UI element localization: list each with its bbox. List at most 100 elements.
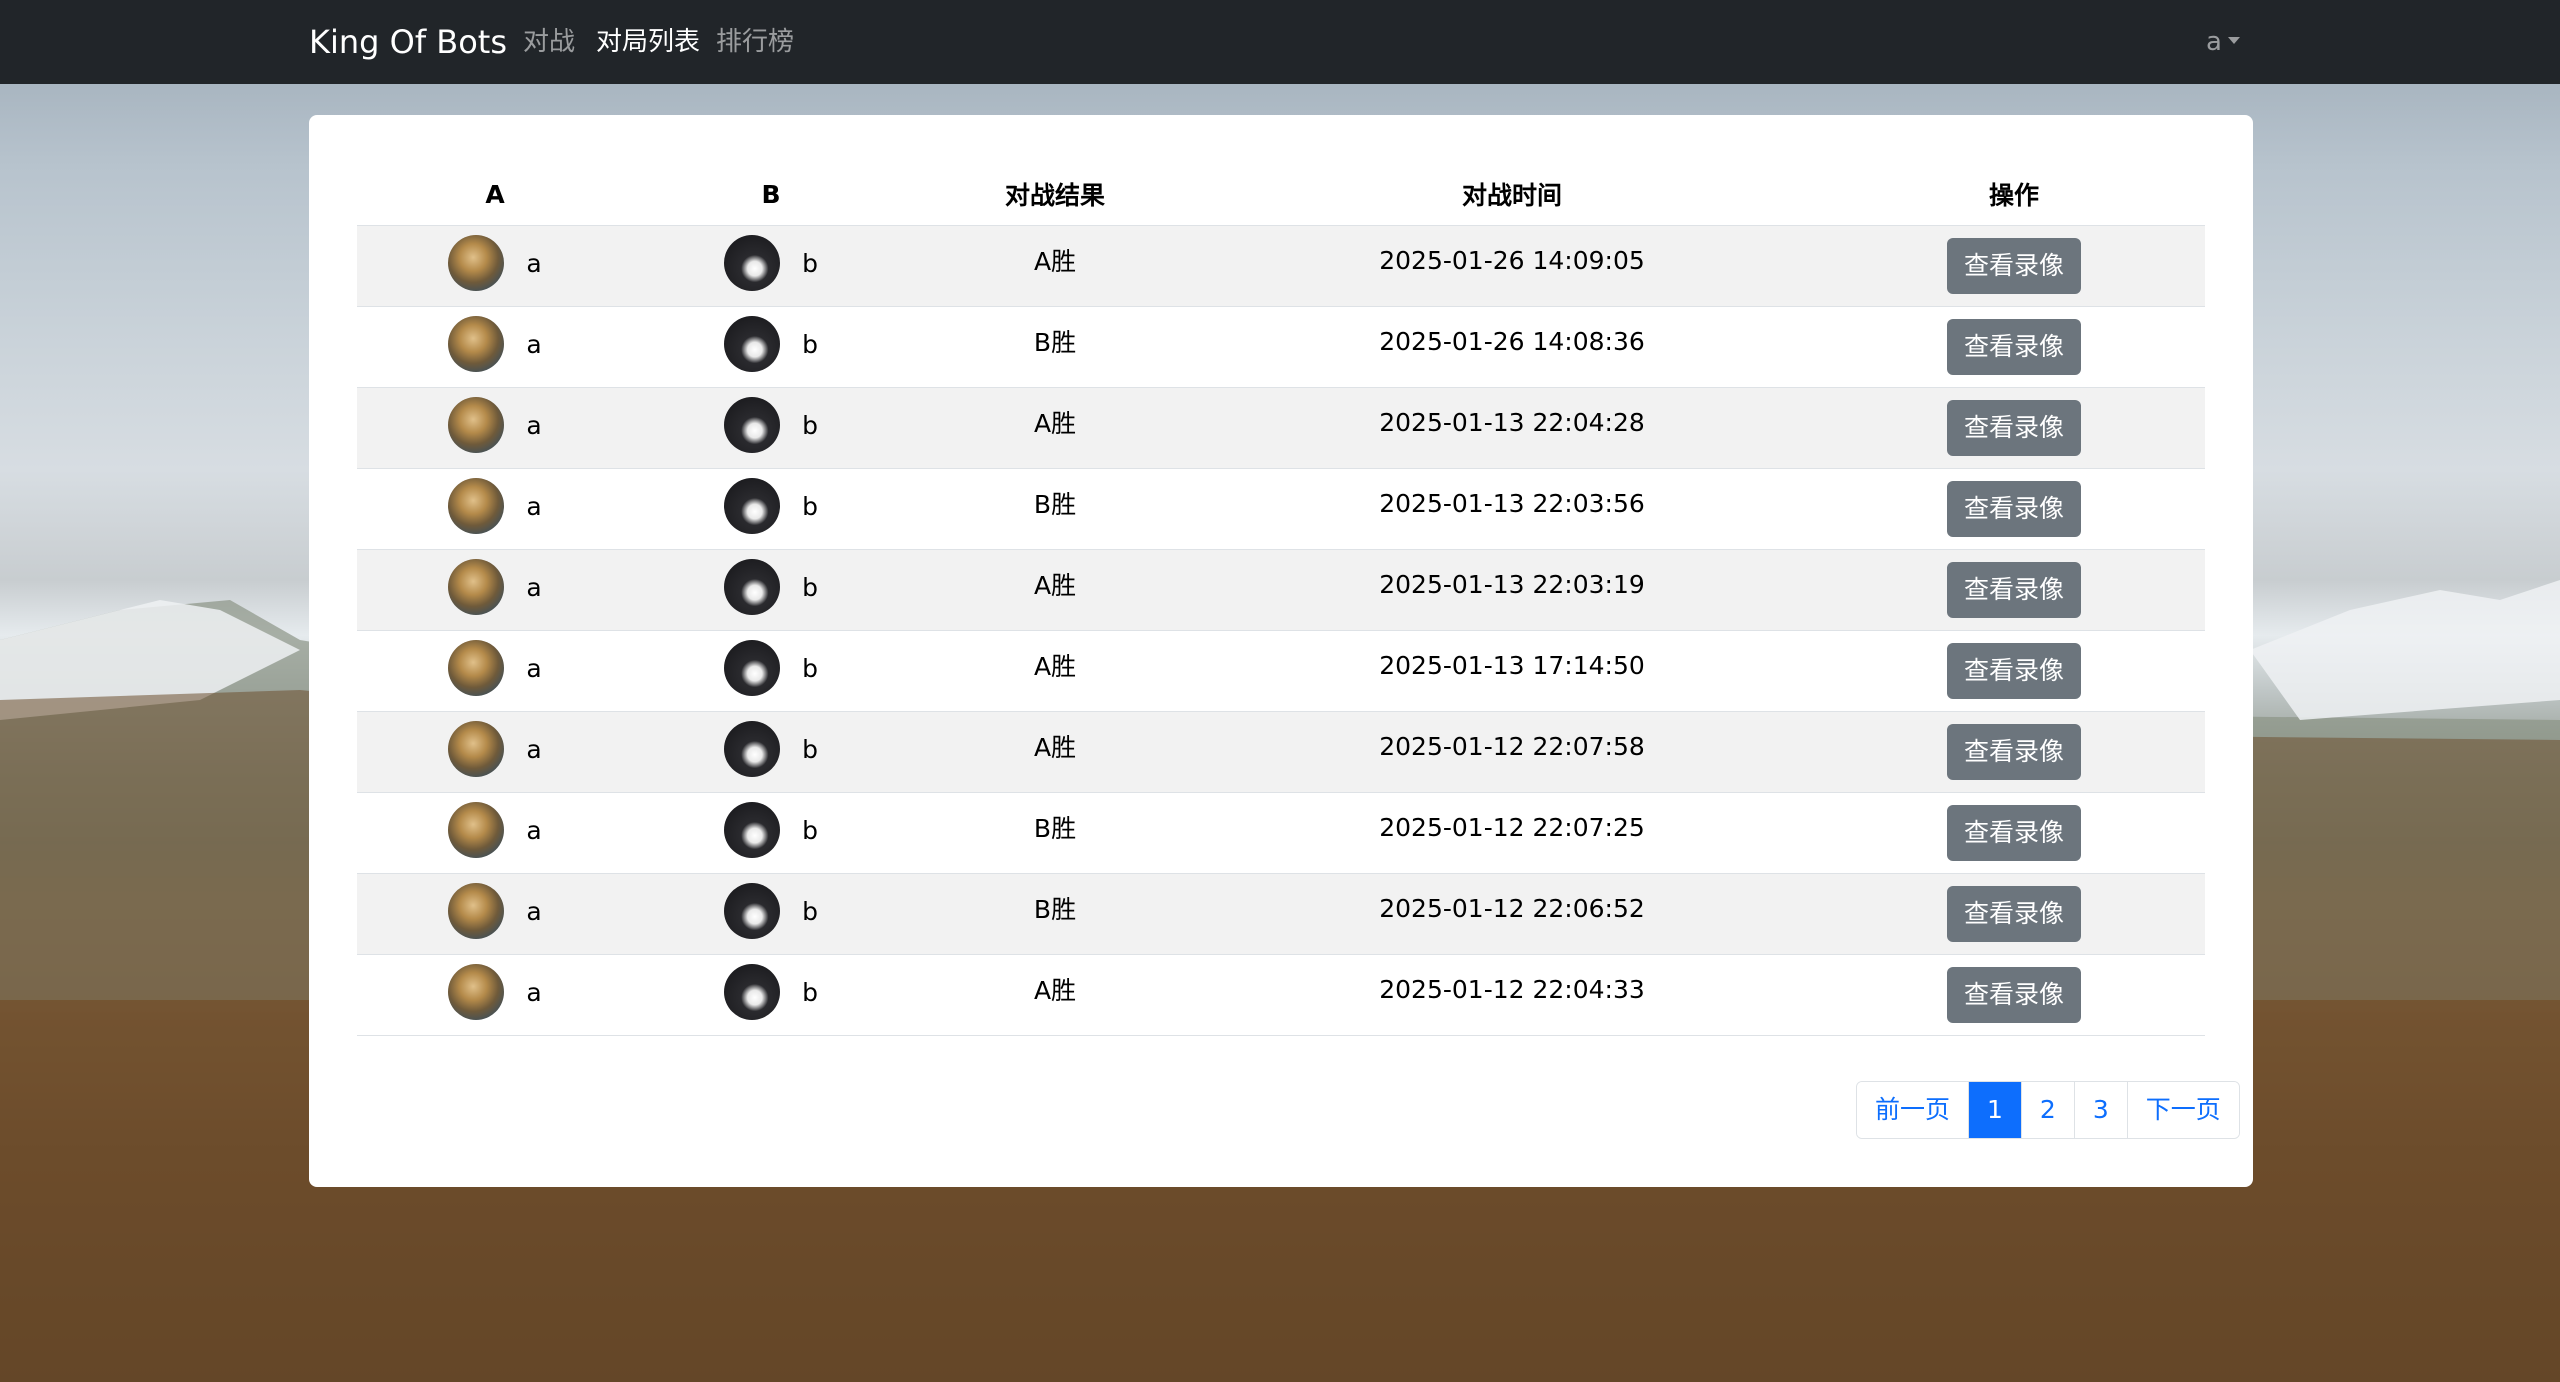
nav-link-battle[interactable]: 对战 [523, 22, 575, 62]
player-b-avatar [724, 397, 781, 453]
result-cell: B胜 [909, 873, 1201, 955]
action-cell: 查看录像 [1823, 387, 2205, 469]
table-row: a b B胜 2025-01-12 22:06:52 查看录像 [357, 873, 2205, 955]
result-cell: B胜 [909, 306, 1201, 388]
page-button-2[interactable]: 2 [2020, 1082, 2074, 1138]
player-b-avatar [724, 964, 781, 1020]
prev-page-button[interactable]: 前一页 [1857, 1082, 1969, 1138]
player-a-name: a [526, 896, 542, 926]
player-b-avatar [724, 883, 781, 939]
header-result: 对战结果 [909, 163, 1201, 226]
player-a-name: a [526, 329, 542, 359]
view-replay-button[interactable]: 查看录像 [1946, 805, 2081, 861]
view-replay-button[interactable]: 查看录像 [1946, 886, 2081, 942]
view-replay-button[interactable]: 查看录像 [1946, 562, 2081, 618]
table-row: a b A胜 2025-01-12 22:07:58 查看录像 [357, 711, 2205, 793]
time-cell: 2025-01-13 22:03:56 [1201, 468, 1823, 550]
pagination: 前一页 1 2 3 下一页 [1856, 1081, 2240, 1139]
player-a-cell: a [357, 873, 633, 955]
result-text: A胜 [1033, 976, 1077, 1005]
user-name: a [2206, 27, 2222, 57]
player-a-cell: a [357, 387, 633, 469]
time-cell: 2025-01-12 22:04:33 [1201, 954, 1823, 1036]
player-b-avatar [724, 802, 781, 858]
player-b-cell: b [633, 387, 909, 469]
action-cell: 查看录像 [1823, 306, 2205, 388]
caret-down-icon [2227, 37, 2240, 44]
action-cell: 查看录像 [1823, 711, 2205, 793]
player-b-cell: b [633, 306, 909, 388]
player-a-name: a [526, 734, 542, 764]
player-b-name: b [802, 248, 818, 278]
view-replay-button[interactable]: 查看录像 [1946, 724, 2081, 780]
player-a-cell: a [357, 630, 633, 712]
action-cell: 查看录像 [1823, 225, 2205, 307]
player-a-cell: a [357, 549, 633, 631]
brand-link[interactable]: King Of Bots [309, 18, 507, 66]
player-a-cell: a [357, 792, 633, 874]
header-time: 对战时间 [1201, 163, 1823, 226]
nav-link-leaderboard[interactable]: 排行榜 [716, 22, 794, 62]
player-b-avatar [724, 640, 781, 696]
result-text: A胜 [1033, 733, 1077, 762]
player-b-name: b [802, 977, 818, 1007]
action-cell: 查看录像 [1823, 630, 2205, 712]
player-a-name: a [526, 815, 542, 845]
player-a-avatar [448, 559, 505, 615]
player-b-cell: b [633, 468, 909, 550]
table-row: a b A胜 2025-01-13 22:03:19 查看录像 [357, 549, 2205, 631]
player-a-cell: a [357, 468, 633, 550]
player-a-avatar [448, 640, 505, 696]
player-a-avatar [448, 478, 505, 534]
player-b-avatar [724, 721, 781, 777]
player-a-cell: a [357, 225, 633, 307]
player-b-avatar [724, 316, 781, 372]
table-row: a b A胜 2025-01-26 14:09:05 查看录像 [357, 225, 2205, 307]
time-text: 2025-01-12 22:06:52 [1379, 893, 1645, 923]
player-b-cell: b [633, 792, 909, 874]
table-row: a b B胜 2025-01-13 22:03:56 查看录像 [357, 468, 2205, 550]
page-button-1[interactable]: 1 [1968, 1082, 2021, 1138]
next-page-button[interactable]: 下一页 [2126, 1082, 2239, 1138]
view-replay-button[interactable]: 查看录像 [1946, 967, 2081, 1023]
nav-link-match-list[interactable]: 对局列表 [596, 22, 700, 62]
player-b-cell: b [633, 954, 909, 1036]
player-a-cell: a [357, 306, 633, 388]
player-b-cell: b [633, 549, 909, 631]
player-a-avatar [448, 883, 505, 939]
result-text: A胜 [1033, 409, 1077, 438]
view-replay-button[interactable]: 查看录像 [1946, 400, 2081, 456]
time-cell: 2025-01-13 17:14:50 [1201, 630, 1823, 712]
view-replay-button[interactable]: 查看录像 [1946, 643, 2081, 699]
view-replay-button[interactable]: 查看录像 [1946, 481, 2081, 537]
result-text: B胜 [1033, 814, 1077, 843]
player-a-cell: a [357, 711, 633, 793]
result-text: B胜 [1033, 328, 1077, 357]
result-cell: B胜 [909, 468, 1201, 550]
time-text: 2025-01-26 14:08:36 [1379, 326, 1645, 356]
action-cell: 查看录像 [1823, 549, 2205, 631]
result-cell: A胜 [909, 954, 1201, 1036]
view-replay-button[interactable]: 查看录像 [1946, 238, 2081, 294]
table-row: a b B胜 2025-01-12 22:07:25 查看录像 [357, 792, 2205, 874]
player-a-avatar [448, 964, 505, 1020]
player-b-name: b [802, 815, 818, 845]
result-text: B胜 [1033, 490, 1077, 519]
user-dropdown[interactable]: a [2206, 22, 2240, 62]
result-cell: A胜 [909, 387, 1201, 469]
player-a-avatar [448, 721, 505, 777]
time-cell: 2025-01-12 22:07:25 [1201, 792, 1823, 874]
player-b-cell: b [633, 873, 909, 955]
player-a-cell: a [357, 954, 633, 1036]
player-a-avatar [448, 316, 505, 372]
player-b-name: b [802, 329, 818, 359]
player-a-name: a [526, 410, 542, 440]
player-b-avatar [724, 235, 781, 291]
table-row: a b A胜 2025-01-13 22:04:28 查看录像 [357, 387, 2205, 469]
view-replay-button[interactable]: 查看录像 [1946, 319, 2081, 375]
page-button-3[interactable]: 3 [2073, 1082, 2127, 1138]
player-a-name: a [526, 977, 542, 1007]
time-cell: 2025-01-13 22:03:19 [1201, 549, 1823, 631]
player-b-name: b [802, 653, 818, 683]
player-b-cell: b [633, 711, 909, 793]
